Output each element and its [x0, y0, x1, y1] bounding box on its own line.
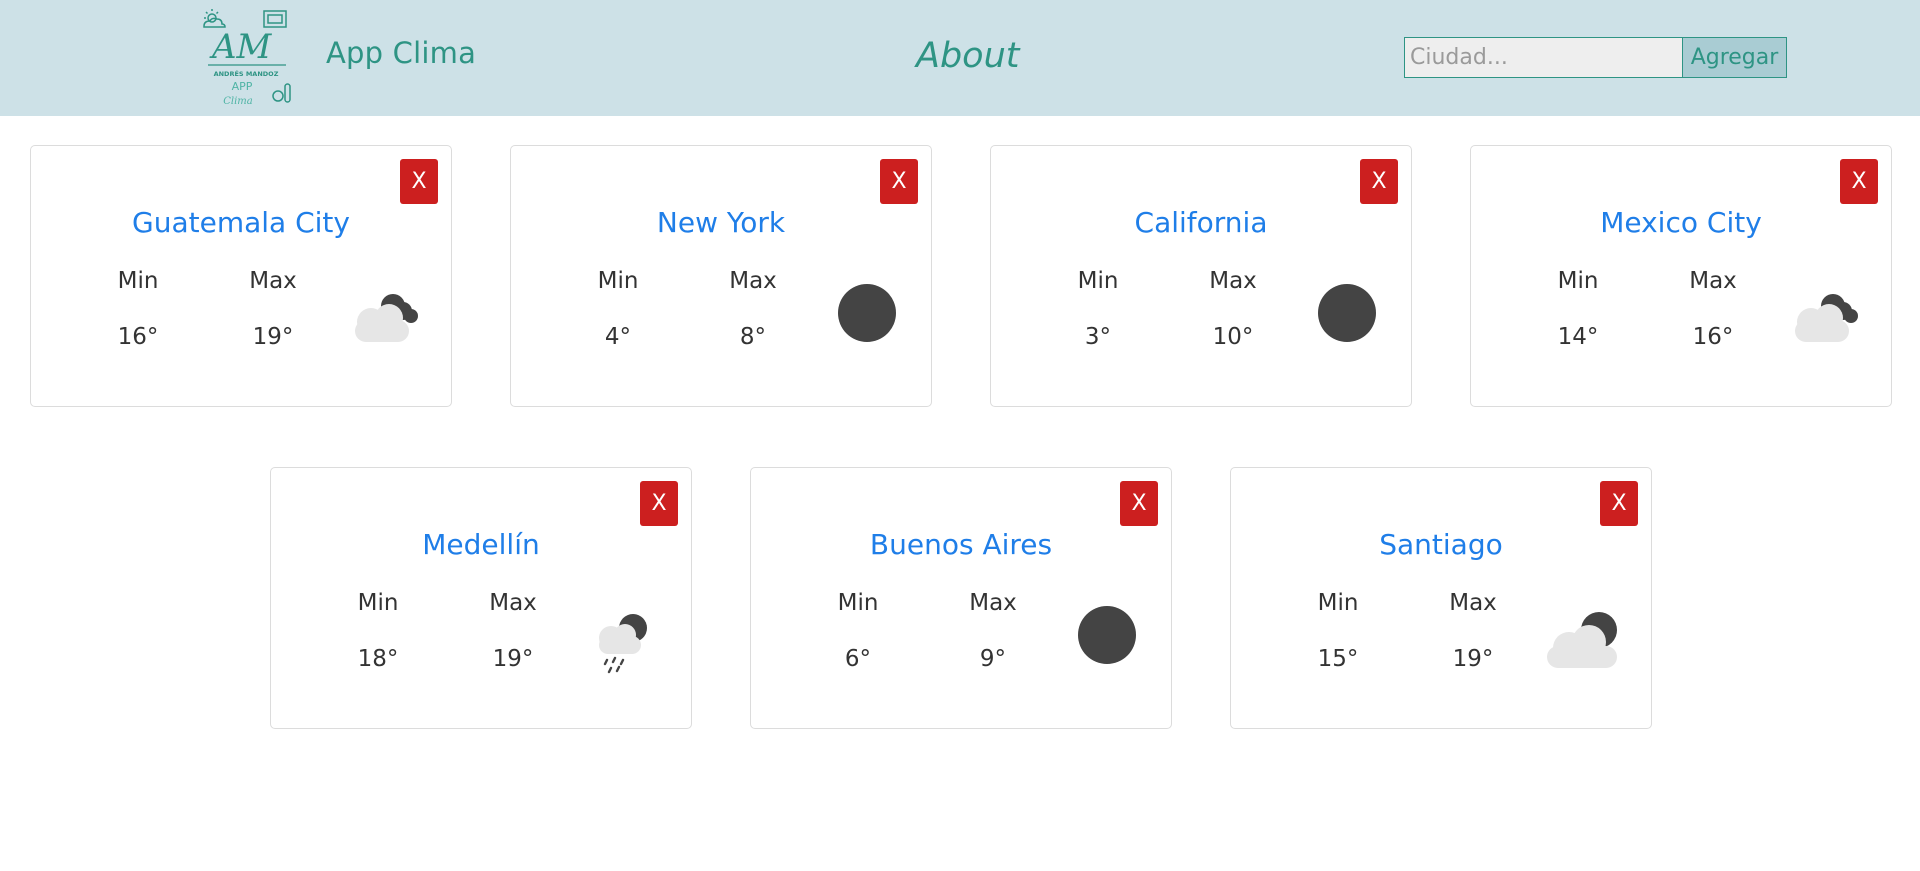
close-card-button[interactable]: X: [1360, 159, 1398, 204]
max-value: 9°: [979, 646, 1007, 672]
min-temp: Min 15°: [1278, 590, 1398, 672]
add-city-button[interactable]: Agregar: [1683, 37, 1787, 78]
min-temp: Min 3°: [1038, 268, 1158, 350]
app-logo[interactable]: AM ANDRÉS MANDOZ APP Clima: [198, 6, 294, 110]
max-temp: Max 9°: [933, 590, 1053, 672]
min-label: Min: [357, 590, 399, 616]
max-label: Max: [249, 268, 297, 294]
close-card-button[interactable]: X: [880, 159, 918, 204]
logo-clima: Clima: [223, 96, 253, 107]
max-temp: Max 10°: [1173, 268, 1293, 350]
max-label: Max: [729, 268, 777, 294]
city-card: X Guatemala City Min 16° Max 19°: [30, 145, 452, 407]
min-temp: Min 6°: [798, 590, 918, 672]
max-value: 19°: [1452, 646, 1494, 672]
clear-night-icon: [838, 284, 896, 342]
logo-name: ANDRÉS MANDOZ: [214, 69, 279, 78]
logo-app: APP: [232, 80, 253, 93]
close-card-button[interactable]: X: [1840, 159, 1878, 204]
city-name[interactable]: Medellín: [271, 528, 691, 561]
city-name[interactable]: Mexico City: [1471, 206, 1891, 239]
city-card: X New York Min 4° Max 8°: [510, 145, 932, 407]
rain-night-icon: [599, 614, 647, 674]
min-value: 15°: [1317, 646, 1359, 672]
max-temp: Max 8°: [693, 268, 813, 350]
min-temp: Min 4°: [558, 268, 678, 350]
city-card: X Mexico City Min 14° Max 16°: [1470, 145, 1892, 407]
city-name[interactable]: Buenos Aires: [751, 528, 1171, 561]
min-temp: Min 16°: [78, 268, 198, 350]
city-card: X Santiago Min 15° Max 19°: [1230, 467, 1652, 729]
min-temp: Min 18°: [318, 590, 438, 672]
max-label: Max: [1449, 590, 1497, 616]
max-temp: Max 19°: [213, 268, 333, 350]
min-value: 14°: [1557, 324, 1599, 350]
close-card-button[interactable]: X: [400, 159, 438, 204]
max-value: 8°: [739, 324, 767, 350]
close-card-button[interactable]: X: [1120, 481, 1158, 526]
logo-monogram: AM: [209, 27, 273, 67]
max-label: Max: [969, 590, 1017, 616]
min-label: Min: [1557, 268, 1599, 294]
city-name[interactable]: Guatemala City: [31, 206, 451, 239]
max-temp: Max 19°: [1413, 590, 1533, 672]
min-temp: Min 14°: [1518, 268, 1638, 350]
min-label: Min: [1317, 590, 1359, 616]
city-name[interactable]: California: [991, 206, 1411, 239]
city-card: X Medellín Min 18° Max 19°: [270, 467, 692, 729]
min-value: 4°: [604, 324, 632, 350]
min-value: 16°: [117, 324, 159, 350]
cloudy-night-icon: [1547, 612, 1617, 668]
clear-night-icon: [1078, 606, 1136, 664]
city-card: X Buenos Aires Min 6° Max 9°: [750, 467, 1172, 729]
city-card: X California Min 3° Max 10°: [990, 145, 1412, 407]
city-name[interactable]: New York: [511, 206, 931, 239]
about-link[interactable]: About: [916, 36, 1019, 76]
min-value: 3°: [1084, 324, 1112, 350]
navbar: AM ANDRÉS MANDOZ APP Clima App Clima Abo…: [0, 0, 1920, 116]
app-title[interactable]: App Clima: [326, 36, 476, 70]
max-temp: Max 19°: [453, 590, 573, 672]
max-value: 19°: [252, 324, 294, 350]
close-card-button[interactable]: X: [640, 481, 678, 526]
max-temp: Max 16°: [1653, 268, 1773, 350]
close-card-button[interactable]: X: [1600, 481, 1638, 526]
search-form: Agregar: [1404, 37, 1787, 78]
min-label: Min: [837, 590, 879, 616]
city-search-input[interactable]: [1404, 37, 1683, 78]
min-label: Min: [1077, 268, 1119, 294]
clear-night-icon: [1318, 284, 1376, 342]
max-label: Max: [1689, 268, 1737, 294]
min-value: 6°: [844, 646, 872, 672]
max-label: Max: [1209, 268, 1257, 294]
city-name[interactable]: Santiago: [1231, 528, 1651, 561]
max-value: 19°: [492, 646, 534, 672]
min-label: Min: [117, 268, 159, 294]
max-value: 16°: [1692, 324, 1734, 350]
partly-cloudy-night-icon: [355, 294, 418, 342]
min-label: Min: [597, 268, 639, 294]
min-value: 18°: [357, 646, 399, 672]
max-label: Max: [489, 590, 537, 616]
max-value: 10°: [1212, 324, 1254, 350]
partly-cloudy-night-icon: [1795, 294, 1858, 342]
